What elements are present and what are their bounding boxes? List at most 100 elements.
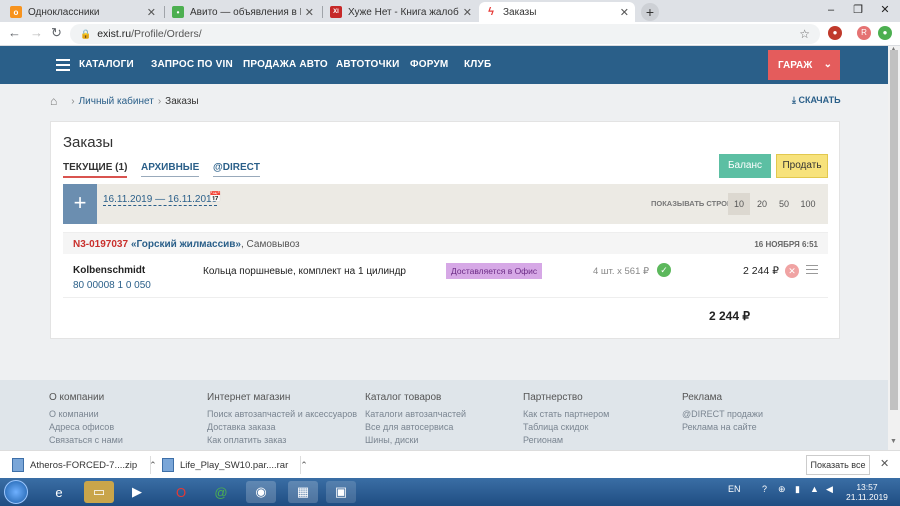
system-clock[interactable]: 13:57 21.11.2019 (846, 482, 888, 502)
system-tray-icon[interactable]: ⊕ (778, 484, 786, 495)
footer-link[interactable]: Адреса офисов (49, 422, 199, 432)
close-tab-icon[interactable]: ✕ (305, 6, 314, 19)
footer-link[interactable]: Как стать партнером (523, 409, 673, 419)
help-icon[interactable]: ? (762, 484, 767, 494)
app-window-icon[interactable]: ▣ (326, 481, 356, 503)
opera-icon[interactable]: O (166, 481, 196, 503)
profile-avatar-icon[interactable]: R (857, 26, 871, 40)
footer-link[interactable]: Доставка заказа (207, 422, 357, 432)
item-brand: Kolbenschmidt (73, 265, 146, 276)
garage-button[interactable]: ГАРАЖ ⌄ (768, 50, 840, 80)
close-downloads-icon[interactable]: ✕ (880, 457, 889, 470)
browser-tab-odnoklassniki[interactable]: о Одноклассники ✕ (4, 2, 162, 22)
minimize-button[interactable]: – (818, 0, 844, 22)
extension-icon[interactable]: ● (828, 26, 842, 40)
volume-icon[interactable]: ◀ (826, 484, 833, 495)
item-description: Кольца поршневые, комплект на 1 цилиндр (203, 266, 406, 277)
app-window-icon[interactable]: ▦ (288, 481, 318, 503)
scroll-down-icon[interactable]: ▼ (890, 438, 897, 445)
bookmark-star-icon[interactable]: ☆ (799, 27, 810, 41)
maximize-button[interactable]: ❐ (845, 0, 871, 22)
show-rows-label: ПОКАЗЫВАТЬ СТРОК: (651, 199, 735, 208)
show-all-downloads-button[interactable]: Показать все (806, 455, 870, 475)
rows-option-100[interactable]: 100 (797, 193, 819, 215)
language-indicator[interactable]: EN (728, 484, 741, 494)
item-article-link[interactable]: 80 00008 1 0 050 (73, 280, 151, 291)
start-button[interactable] (4, 480, 28, 504)
calendar-icon[interactable]: 📅 (209, 192, 221, 203)
page-scrollbar[interactable]: ▲ ▼ (888, 46, 900, 450)
add-order-button[interactable]: + (63, 184, 97, 224)
footer-link[interactable]: Таблица скидок (523, 422, 673, 432)
tab-separator (322, 6, 323, 18)
browser-tab-strip: о Одноклассники ✕ • Авито — объявления в… (0, 0, 900, 22)
tab-archived-orders[interactable]: АРХИВНЫЕ (141, 162, 200, 177)
hamburger-menu-icon[interactable] (56, 59, 70, 71)
order-total: 2 244 ₽ (709, 309, 750, 323)
rows-option-10[interactable]: 10 (728, 193, 750, 215)
orders-card: Заказы ТЕКУЩИЕ (1) АРХИВНЫЕ @DIRECT Бала… (50, 121, 840, 339)
rows-option-20[interactable]: 20 (752, 193, 772, 215)
nav-catalogs[interactable]: КАТАЛОГИ (79, 59, 134, 70)
internet-explorer-icon[interactable]: e (44, 481, 74, 503)
footer-heading: О компании (49, 392, 105, 403)
close-tab-icon[interactable]: ✕ (147, 6, 156, 19)
address-bar[interactable]: 🔒 exist.ru /Profile/Orders/ ☆ (70, 24, 820, 44)
nav-club[interactable]: КЛУБ (464, 59, 491, 70)
footer-link[interactable]: Шины, диски (365, 435, 515, 445)
nav-car-sales[interactable]: ПРОДАЖА АВТО (243, 59, 328, 70)
footer-link[interactable]: Регионам (523, 435, 673, 445)
file-explorer-icon[interactable]: ▭ (84, 481, 114, 503)
nav-forum[interactable]: ФОРУМ (410, 59, 448, 70)
nav-vin-request[interactable]: ЗАПРОС ПО VIN (151, 59, 233, 70)
chevron-up-icon[interactable]: ⌃ (300, 460, 308, 471)
back-icon[interactable]: ← (8, 25, 21, 40)
footer-link[interactable]: О компании (49, 409, 199, 419)
order-pickup-point: «Горский жилмассив», Самовывоз (131, 239, 300, 250)
download-item[interactable]: Atheros-FORCED-7....zip ⌃ (12, 456, 157, 474)
rows-option-50[interactable]: 50 (774, 193, 794, 215)
order-number[interactable]: N3-0197037 (73, 239, 128, 250)
breadcrumb-current: Заказы (165, 95, 199, 107)
footer-link[interactable]: Каталоги автозапчастей (365, 409, 515, 419)
messenger-icon[interactable]: @ (206, 481, 236, 503)
breadcrumb-profile-link[interactable]: Личный кабинет (79, 96, 154, 107)
footer-column-company: О компании О компании Адреса офисов Связ… (49, 392, 199, 448)
item-menu-icon[interactable] (806, 265, 818, 277)
scrollbar-thumb[interactable] (890, 50, 898, 410)
footer-link[interactable]: Все для автосервиса (365, 422, 515, 432)
clock-date: 21.11.2019 (846, 492, 888, 502)
close-window-button[interactable]: ✕ (872, 0, 898, 22)
chrome-icon[interactable]: ◉ (246, 481, 276, 503)
footer-link[interactable]: Как оплатить заказ (207, 435, 357, 445)
forward-icon[interactable]: → (30, 25, 43, 40)
balance-button[interactable]: Баланс (719, 154, 771, 178)
download-item[interactable]: Life_Play_SW10.par....rar ⌃ (162, 456, 308, 474)
footer-link[interactable]: Реклама на сайте (682, 422, 832, 432)
close-tab-icon[interactable]: ✕ (463, 6, 472, 19)
media-player-icon[interactable]: ▶ (122, 481, 152, 503)
sell-button[interactable]: Продать (776, 154, 828, 178)
cancel-item-icon[interactable]: ✕ (785, 264, 799, 278)
footer-link[interactable]: @DIRECT продажи (682, 409, 832, 419)
signal-icon[interactable]: ▲ (810, 484, 819, 494)
tab-direct-orders[interactable]: @DIRECT (213, 162, 260, 177)
close-tab-icon[interactable]: ✕ (620, 6, 629, 19)
browser-tab-khuzhe-net[interactable]: XI Хуже Нет - Книга жалоб, Отзыв ✕ (324, 2, 478, 22)
network-icon[interactable]: ▮ (795, 484, 800, 495)
nav-autopoints[interactable]: АВТОТОЧКИ (336, 59, 399, 70)
extension-green-icon[interactable]: ● (878, 26, 892, 40)
date-range-picker[interactable]: 16.11.2019 — 16.11.2019 (103, 194, 218, 206)
download-link[interactable]: ⤓ СКАЧАТЬ (792, 95, 841, 106)
browser-tab-avito[interactable]: • Авито — объявления в Новосиб ✕ (166, 2, 320, 22)
archive-file-icon (162, 458, 174, 472)
footer-link[interactable]: Связаться с нами (49, 435, 199, 445)
reload-icon[interactable]: ↻ (51, 25, 62, 41)
new-tab-button[interactable]: + (641, 3, 659, 21)
tab-current-orders[interactable]: ТЕКУЩИЕ (1) (63, 162, 128, 178)
windows-taskbar: e ▭ ▶ O @ ◉ ▦ ▣ EN ? ⊕ ▮ ▲ ◀ 13:57 21.11… (0, 478, 900, 506)
home-icon[interactable]: ⌂ (50, 94, 57, 108)
footer-link[interactable]: Поиск автозапчастей и аксессуаров (207, 409, 357, 419)
pickup-site-link[interactable]: «Горский жилмассив» (131, 239, 241, 250)
browser-tab-orders[interactable]: ϟ Заказы ✕ (479, 2, 635, 22)
